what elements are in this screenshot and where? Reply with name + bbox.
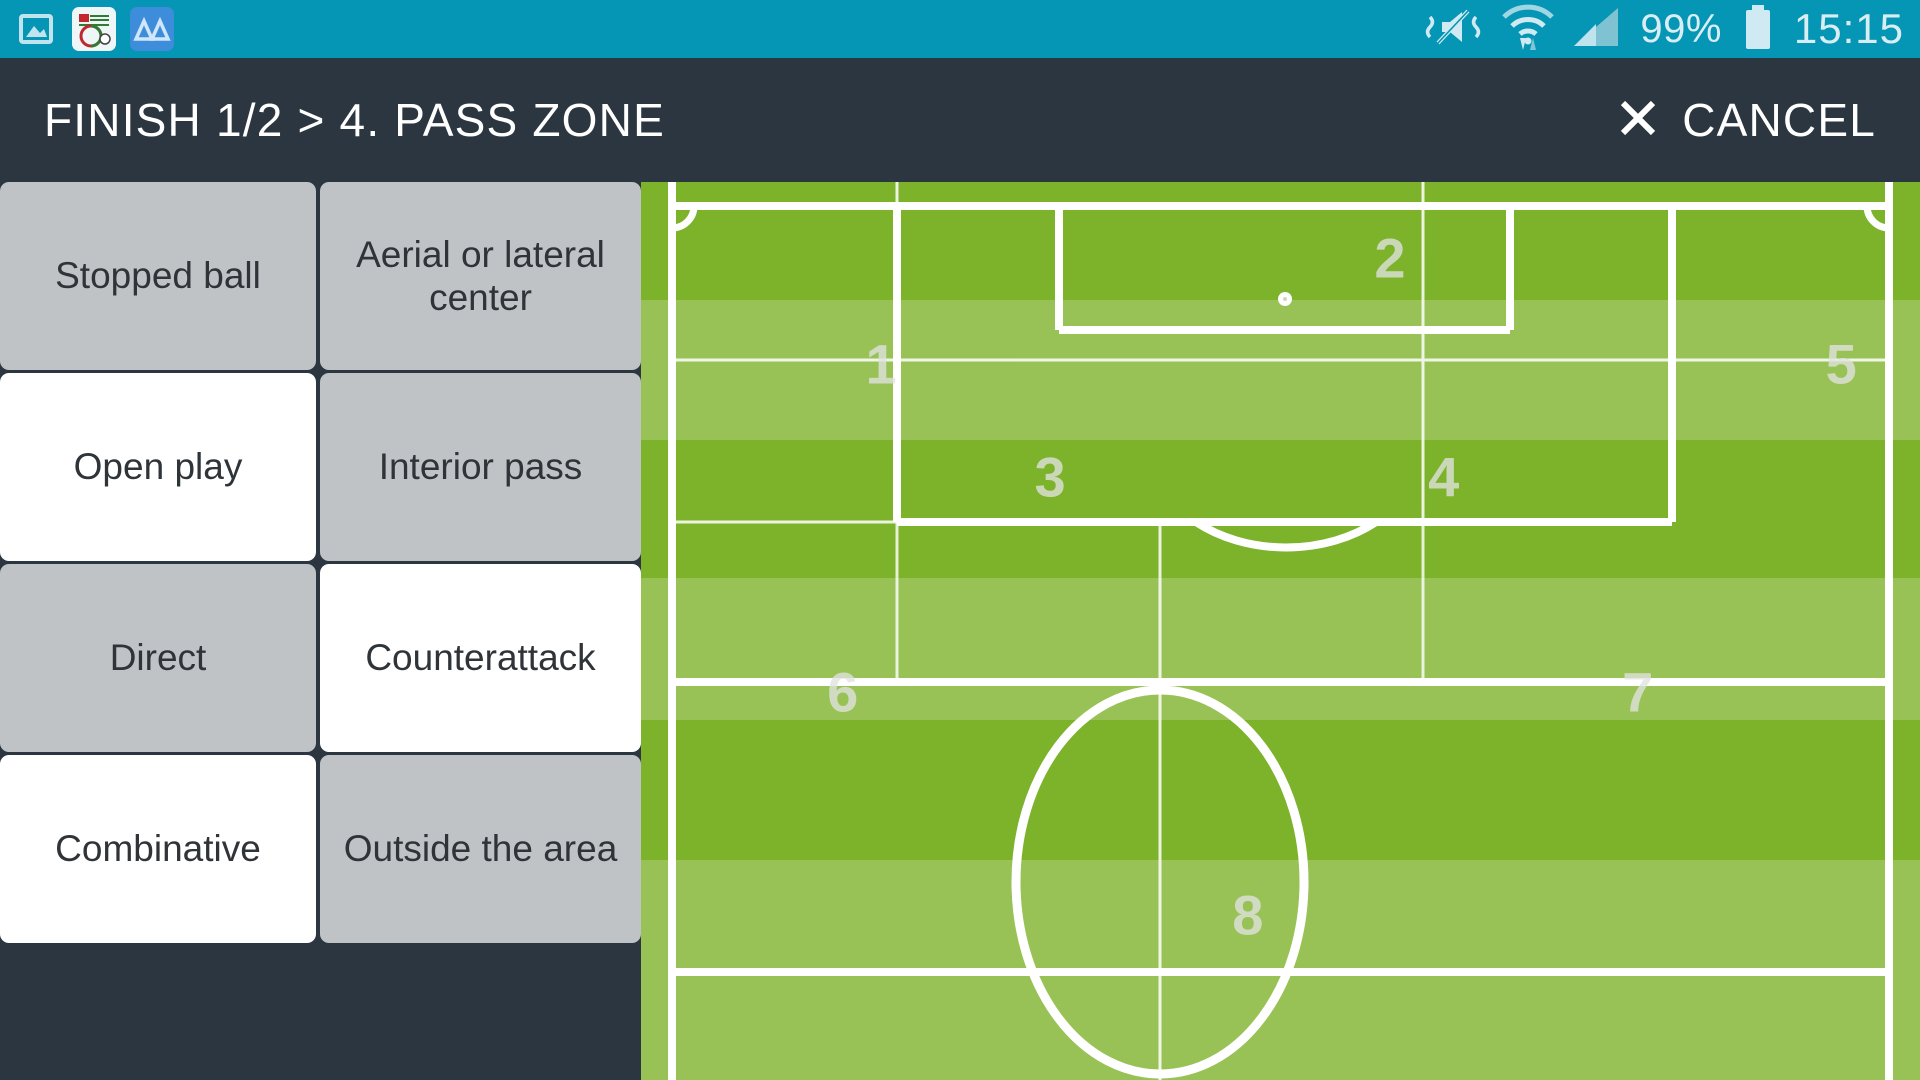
- option-button-label: Aerial or lateral center: [356, 233, 605, 318]
- cancel-button[interactable]: CANCEL: [1616, 93, 1876, 147]
- mute-vibrate-icon: [1422, 3, 1484, 56]
- pitch-zone-4[interactable]: 4: [1428, 445, 1459, 510]
- pitch-zone-selector[interactable]: 1 2 3 4 5 6 7 8: [641, 182, 1920, 1080]
- pitch-zone-6[interactable]: 6: [827, 660, 858, 725]
- option-button[interactable]: Counterattack: [320, 564, 641, 752]
- option-button-label: Combinative: [55, 828, 261, 870]
- ec-app-icon: [72, 7, 116, 51]
- wifi-icon: [1500, 2, 1556, 57]
- option-button[interactable]: Stopped ball: [0, 182, 316, 370]
- page-title: FINISH 1/2 > 4. PASS ZONE: [44, 94, 665, 146]
- mm-app-icon: [130, 7, 174, 51]
- option-button-label: Counterattack: [365, 637, 596, 679]
- option-button[interactable]: Interior pass: [320, 373, 641, 561]
- content-area: Stopped ball Aerial or lateral center Open…: [0, 182, 1920, 1080]
- pitch-markings: [668, 182, 1893, 1080]
- status-bar-indicators: 99% 15:15: [1422, 2, 1920, 57]
- clock: 15:15: [1793, 5, 1904, 52]
- option-button[interactable]: Direct: [0, 564, 316, 752]
- option-button[interactable]: Aerial or lateral center: [320, 182, 641, 370]
- option-button-label: Outside the area: [343, 828, 618, 870]
- close-icon: [1616, 96, 1660, 145]
- status-bar-app-icons: [0, 7, 174, 51]
- pitch-zone-2[interactable]: 2: [1374, 225, 1405, 290]
- cancel-label: CANCEL: [1682, 94, 1876, 146]
- option-button-label: Stopped ball: [55, 255, 261, 297]
- pitch-zone-5[interactable]: 5: [1826, 331, 1857, 396]
- signal-icon: [1572, 4, 1624, 55]
- battery-percent: 99%: [1640, 6, 1722, 51]
- pitch-zone-8[interactable]: 8: [1232, 882, 1263, 947]
- option-button-label: Interior pass: [378, 446, 583, 488]
- pitch-zone-1[interactable]: 1: [865, 331, 896, 396]
- app-header: FINISH 1/2 > 4. PASS ZONE CANCEL: [0, 58, 1920, 182]
- option-button[interactable]: Open play: [0, 373, 316, 561]
- option-button-label: Open play: [73, 446, 243, 488]
- option-button[interactable]: Outside the area: [320, 755, 641, 943]
- status-bar: 99% 15:15: [0, 0, 1920, 58]
- option-button[interactable]: Combinative: [0, 755, 316, 943]
- option-button-label: Direct: [109, 637, 207, 679]
- pitch-zone-3[interactable]: 3: [1034, 445, 1065, 510]
- pitch-zone-7[interactable]: 7: [1622, 660, 1653, 725]
- gallery-icon: [14, 7, 58, 51]
- options-panel: Stopped ball Aerial or lateral center Open…: [0, 182, 641, 1080]
- battery-icon: [1738, 3, 1778, 56]
